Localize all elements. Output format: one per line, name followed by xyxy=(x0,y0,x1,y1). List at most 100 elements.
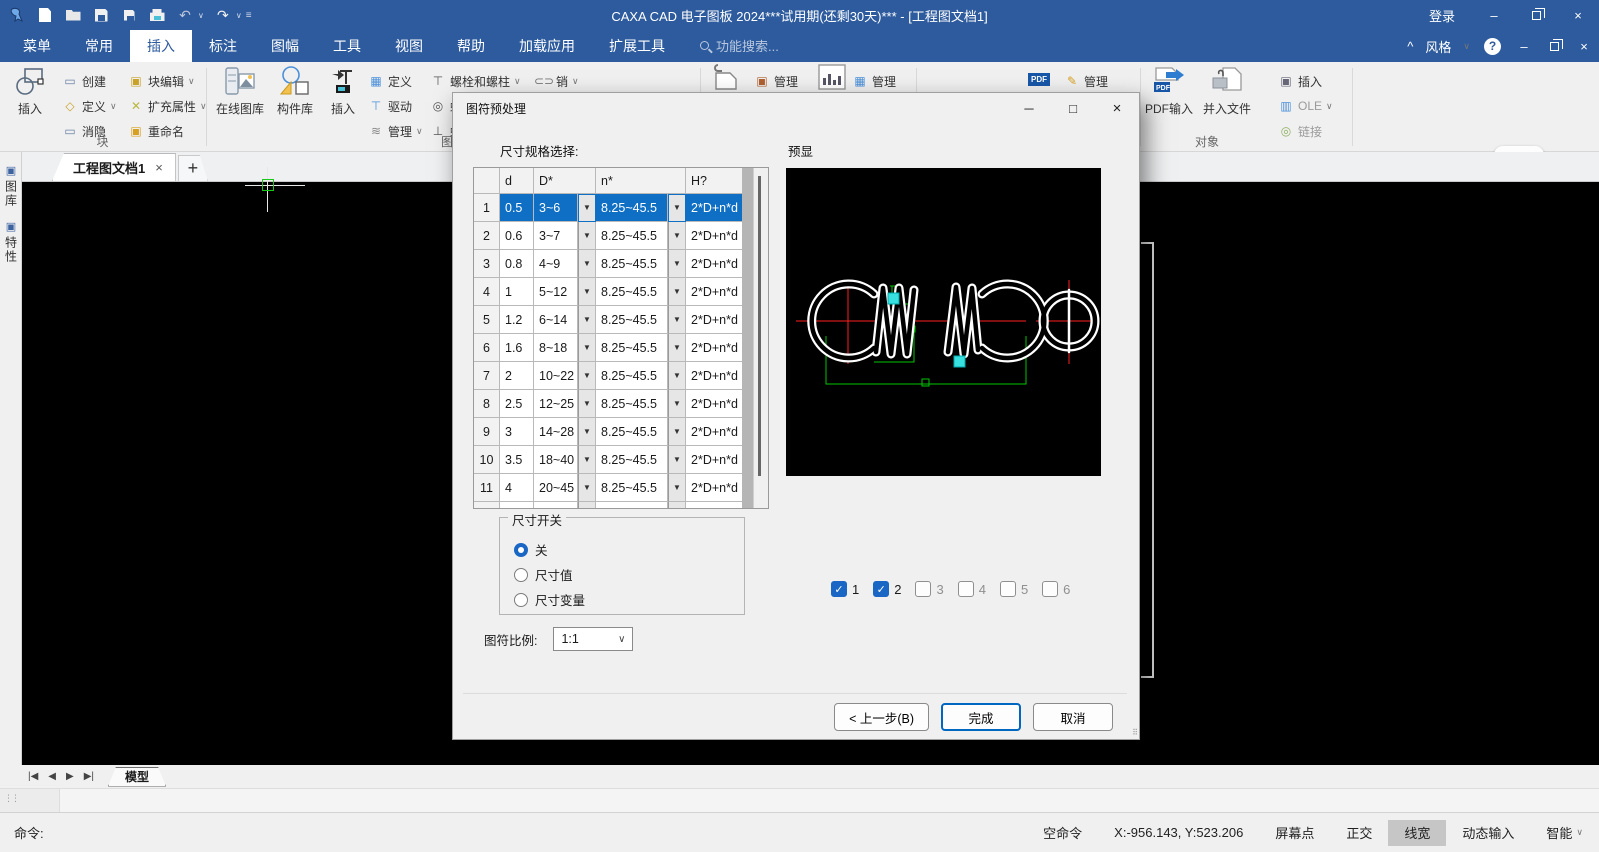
table-cell[interactable]: 6 xyxy=(474,334,500,362)
table-cell[interactable]: 2 xyxy=(474,222,500,250)
table-cell[interactable]: D* xyxy=(534,168,596,194)
table-cell[interactable]: 8.25~45.5 xyxy=(596,474,668,502)
dialog-resize-grip[interactable]: ⠿ xyxy=(1132,728,1138,737)
library-insert-button[interactable]: 插入 xyxy=(322,66,364,132)
block-create-button[interactable]: ▭ 创建 xyxy=(62,70,106,92)
menu-tab-视图[interactable]: 视图 xyxy=(378,30,440,62)
side-tab-图库[interactable]: ▣ 图库 xyxy=(0,160,22,208)
cell-dropdown-icon[interactable]: ▼ xyxy=(668,278,686,306)
table-cell[interactable] xyxy=(474,168,500,194)
extend-attribute-button[interactable]: ✕ 扩充属性 ∨ xyxy=(128,95,207,117)
status-动态输入[interactable]: 动态输入 xyxy=(1446,820,1530,846)
save-icon[interactable] xyxy=(92,6,110,24)
collapse-ribbon-icon[interactable]: ^ xyxy=(1401,39,1419,54)
table-cell[interactable]: 3 xyxy=(500,418,534,446)
status-正交[interactable]: 正交 xyxy=(1330,820,1388,846)
table-cell[interactable]: 8.25~45.5 xyxy=(596,334,668,362)
image-panel-button[interactable] xyxy=(818,64,846,90)
help-icon[interactable]: ? xyxy=(1484,37,1501,55)
cell-dropdown-icon[interactable]: ▼ xyxy=(668,250,686,278)
style-menu[interactable]: 风格 xyxy=(1419,37,1457,56)
document-tab-close-icon[interactable]: × xyxy=(155,160,163,175)
table-row[interactable]: 11 4 20~45 ▼ 8.25~45.5 ▼ 2*D+n*d xyxy=(474,474,742,502)
table-cell[interactable]: 8.25~45.5 xyxy=(596,362,668,390)
cell-dropdown-icon[interactable]: ▼ xyxy=(578,278,596,306)
radio-关[interactable]: 关 xyxy=(514,540,548,559)
radio-尺寸变量[interactable]: 尺寸变量 xyxy=(514,590,585,609)
cell-dropdown-icon[interactable]: ▼ xyxy=(578,362,596,390)
table-cell[interactable]: 8.25~45.5 xyxy=(596,390,668,418)
radio-icon[interactable] xyxy=(514,592,528,607)
restore-button[interactable] xyxy=(1515,0,1557,30)
side-tab-特性[interactable]: ▣ 特性 xyxy=(0,216,22,264)
dialog-minimize-button[interactable]: ─ xyxy=(1007,93,1051,123)
bolt-stud-button[interactable]: ⊤ 螺栓和螺柱 ∨ xyxy=(430,70,521,92)
library-drive-button[interactable]: ⊤ 驱动 xyxy=(368,95,412,117)
cell-dropdown-icon[interactable]: ▼ xyxy=(578,222,596,250)
table-cell[interactable]: 5 xyxy=(474,306,500,334)
table-cell[interactable]: d xyxy=(500,168,534,194)
component-library-button[interactable]: 构件库 xyxy=(270,66,320,132)
save-as-icon[interactable] xyxy=(120,6,138,24)
cell-dropdown-icon[interactable]: ▼ xyxy=(668,502,686,508)
table-cell[interactable]: 7 xyxy=(474,362,500,390)
radio-icon[interactable] xyxy=(514,567,528,582)
cell-dropdown-icon[interactable]: ▼ xyxy=(578,334,596,362)
pin-button[interactable]: ⊂⊃ 销 ∨ xyxy=(534,70,579,92)
table-cell[interactable]: 4 xyxy=(500,474,534,502)
table-cell[interactable]: 2 xyxy=(500,362,534,390)
table-row[interactable]: 10 3.5 18~40 ▼ 8.25~45.5 ▼ 2*D+n*d xyxy=(474,446,742,474)
menu-tab-图幅[interactable]: 图幅 xyxy=(254,30,316,62)
image-manage-button[interactable]: ▦ 管理 xyxy=(852,70,896,92)
table-cell[interactable]: 18~40 xyxy=(534,446,578,474)
login-button[interactable]: 登录 xyxy=(1411,6,1473,25)
doc-close-button[interactable]: × xyxy=(1569,30,1599,62)
table-cell[interactable]: 5~12 xyxy=(534,278,578,306)
print-icon[interactable] xyxy=(148,6,166,24)
redo-dropdown-icon[interactable]: ∨ xyxy=(236,11,242,20)
minimize-button[interactable]: – xyxy=(1473,0,1515,30)
object-insert-button[interactable]: ▣ 插入 xyxy=(1278,70,1322,92)
checkbox-icon[interactable] xyxy=(915,581,932,597)
doc-restore-button[interactable] xyxy=(1539,30,1569,62)
table-cell[interactable]: 10 xyxy=(474,446,500,474)
first-sheet-icon[interactable]: |◀ xyxy=(24,771,42,782)
cell-dropdown-icon[interactable]: ▼ xyxy=(578,418,596,446)
view-checkbox-1[interactable]: ✓ 1 xyxy=(831,581,859,597)
checkbox-icon[interactable]: ✓ xyxy=(873,581,890,597)
prev-sheet-icon[interactable]: ◀ xyxy=(44,771,60,782)
cell-dropdown-icon[interactable]: ▼ xyxy=(668,362,686,390)
table-scrollbar[interactable] xyxy=(753,168,768,508)
table-cell[interactable]: 14~28 xyxy=(534,418,578,446)
scrollbar-thumb[interactable] xyxy=(758,176,762,476)
table-cell[interactable]: 2*D+n*d xyxy=(686,362,742,390)
spec-table[interactable]: d D* n* H? 1 0.5 3~6 ▼ 8.25~45.5 ▼ 2*D+n*d 2 0.6 3~7 ▼… xyxy=(473,167,769,509)
close-button[interactable]: × xyxy=(1557,0,1599,30)
table-cell[interactable]: 20~45 xyxy=(534,474,578,502)
table-cell[interactable]: 3.5 xyxy=(500,446,534,474)
cell-dropdown-icon[interactable]: ▼ xyxy=(668,474,686,502)
menu-tab-扩展工具[interactable]: 扩展工具 xyxy=(592,30,682,62)
table-cell[interactable]: 8.25~45.5 xyxy=(596,306,668,334)
cell-dropdown-icon[interactable]: ▼ xyxy=(668,418,686,446)
table-cell[interactable]: 8.25~45.5 xyxy=(596,222,668,250)
block-define-button[interactable]: ◇ 定义 ∨ xyxy=(62,95,116,117)
dialog-maximize-button[interactable]: □ xyxy=(1051,93,1095,123)
table-cell[interactable]: 8~18 xyxy=(534,334,578,362)
merge-file-button[interactable]: 并入文件 xyxy=(1198,66,1256,132)
table-row[interactable]: 5 1.2 6~14 ▼ 8.25~45.5 ▼ 2*D+n*d xyxy=(474,306,742,334)
table-cell[interactable] xyxy=(500,502,534,508)
table-cell[interactable]: 2.5 xyxy=(500,390,534,418)
table-cell[interactable]: 11 xyxy=(474,474,500,502)
table-row[interactable]: 8 2.5 12~25 ▼ 8.25~45.5 ▼ 2*D+n*d xyxy=(474,390,742,418)
menu-tab-加载应用[interactable]: 加载应用 xyxy=(502,30,592,62)
table-cell[interactable]: 8.25~45.5 xyxy=(596,418,668,446)
online-library-button[interactable]: 在线图库 xyxy=(212,66,268,132)
back-button[interactable]: < 上一步(B) xyxy=(834,703,929,731)
last-sheet-icon[interactable]: ▶| xyxy=(80,771,98,782)
status-屏幕点[interactable]: 屏幕点 xyxy=(1259,820,1330,846)
table-cell[interactable]: 2*D+n*d xyxy=(686,334,742,362)
view-checkbox-6[interactable]: 6 xyxy=(1042,581,1070,597)
table-cell[interactable]: n* xyxy=(596,168,686,194)
cell-dropdown-icon[interactable]: ▼ xyxy=(668,446,686,474)
